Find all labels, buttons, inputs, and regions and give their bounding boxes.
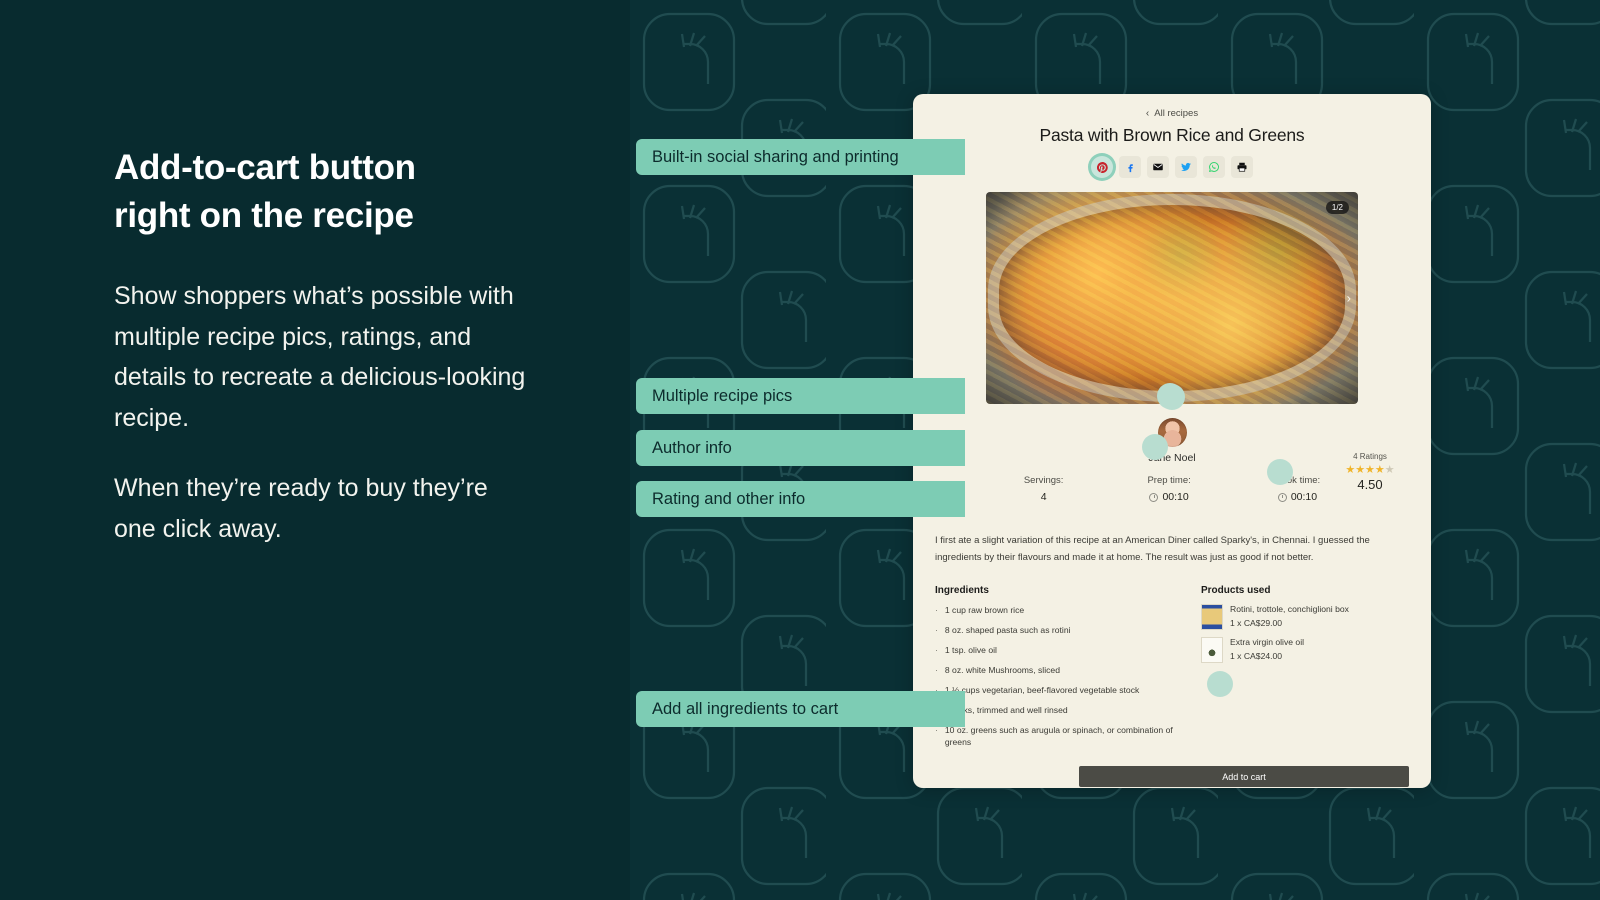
- noodles-texture: [986, 192, 1358, 404]
- body-paragraph-2: When they’re ready to buy they’re one cl…: [114, 474, 488, 543]
- headline-line-2: right on the recipe: [114, 196, 414, 236]
- product-price: 1 x CA$24.00: [1230, 650, 1283, 661]
- whatsapp-icon[interactable]: [1203, 156, 1225, 178]
- ingredient-item: · 1 tsp. olive oil: [935, 644, 1183, 657]
- node-rating-info: [1267, 459, 1293, 485]
- rating-value: 4.50: [1357, 477, 1383, 492]
- ingredients-title: Ingredients: [935, 585, 989, 597]
- clock-icon: [1277, 492, 1287, 502]
- callout-multiple-pics-label: Multiple recipe pics: [652, 386, 793, 405]
- recipe-description: I first ate a slight variation of this r…: [935, 535, 1370, 563]
- callout-author-info-label: Author info: [652, 438, 732, 457]
- ingredient-text: 1 cup raw brown rice: [944, 605, 1025, 616]
- page-title: Add-to-cart button right on the recipe: [114, 144, 584, 241]
- product-item[interactable]: Rotini, trottole, conchiglioni box 1 x CA…: [1201, 604, 1409, 631]
- print-icon[interactable]: [1231, 156, 1253, 178]
- ingredients-products-columns: Ingredients · 1 cup raw brown rice · 8 oz. …: [935, 585, 1409, 756]
- products-title: Products used: [1201, 585, 1271, 597]
- meta-servings-value: 4: [1040, 491, 1047, 503]
- node-author-info: [1142, 434, 1168, 460]
- products-column: Products used Rotini, trottole, conchigl…: [1201, 585, 1409, 756]
- callout-add-all-label: Add all ingredients to cart: [652, 699, 839, 718]
- recipe-title: Pasta with Brown Rice and Greens: [1039, 125, 1305, 145]
- meta-cook-time-value: 00:10: [1275, 491, 1320, 503]
- products-list: Rotini, trottole, conchiglioni box 1 x CA…: [1201, 604, 1409, 664]
- add-to-cart-button[interactable]: Add to cart: [1079, 766, 1409, 788]
- callout-social-sharing-label: Built-in social sharing and printing: [652, 147, 899, 166]
- ingredient-item: · 8 oz. shaped pasta such as rotini: [935, 624, 1183, 637]
- callout-rating-info-label: Rating and other info: [652, 489, 806, 508]
- bullet-icon: ·: [935, 605, 938, 616]
- clock-icon: [1149, 492, 1159, 502]
- ingredient-text: 8 oz. white Mushrooms, sliced: [944, 664, 1060, 675]
- callout-multiple-pics[interactable]: Multiple recipe pics: [636, 378, 965, 414]
- chevron-left-icon: ‹: [1145, 107, 1150, 119]
- twitter-icon[interactable]: [1175, 156, 1197, 178]
- callout-rating-info[interactable]: Rating and other info: [636, 481, 965, 517]
- meta-prep-time-value: 00:10: [1147, 491, 1190, 503]
- bullet-icon: ·: [935, 645, 938, 656]
- stars-filled: ★★★★: [1345, 464, 1385, 476]
- callout-author-info[interactable]: Author info: [636, 430, 965, 466]
- meta-prep-time-label: Prep time:: [1147, 475, 1191, 486]
- meta-prep-time: Prep time: 00:10: [1147, 475, 1190, 503]
- meta-prep-time-text: 00:10: [1162, 491, 1189, 503]
- pinterest-icon[interactable]: [1091, 156, 1113, 178]
- next-image-arrow[interactable]: ›: [1347, 291, 1351, 306]
- star-rating[interactable]: ★★★★★: [1331, 463, 1409, 476]
- ingredient-item: · 10 oz. greens such as arugula or spinac…: [935, 724, 1183, 750]
- meta-servings-label: Servings:: [1023, 475, 1064, 486]
- author-block: Jane Noel: [913, 418, 1431, 464]
- ingredients-column: Ingredients · 1 cup raw brown rice · 8 oz. …: [935, 585, 1183, 756]
- share-buttons-row: [913, 156, 1431, 178]
- node-add-all: [1207, 671, 1233, 697]
- callout-social-sharing[interactable]: Built-in social sharing and printing: [636, 139, 965, 175]
- product-name: Rotini, trottole, conchiglioni box: [1230, 604, 1349, 615]
- ingredient-text: 8 oz. shaped pasta such as rotini: [944, 625, 1071, 636]
- ingredient-text: 10 oz. greens such as arugula or spinach…: [944, 724, 1173, 748]
- body-paragraph-1: Show shoppers what’s possible with multi…: [114, 282, 526, 432]
- ingredient-item: · 1 ½ cups vegetarian, beef-flavored vege…: [935, 684, 1183, 697]
- node-multiple-pics: [1157, 383, 1183, 409]
- recipe-hero-image[interactable]: 1/2 ›: [986, 192, 1358, 404]
- product-price: 1 x CA$29.00: [1230, 617, 1283, 628]
- meta-servings: Servings: 4: [1024, 475, 1064, 503]
- body-copy: Show shoppers what’s possible with multi…: [114, 276, 534, 549]
- meta-cook-time-text: 00:10: [1290, 491, 1318, 503]
- pasta-box-thumbnail: [1201, 604, 1223, 631]
- callout-add-all[interactable]: Add all ingredients to cart: [636, 691, 965, 727]
- ingredients-list: · 1 cup raw brown rice · 8 oz. shaped pasta…: [935, 604, 1183, 749]
- stars-empty: ★: [1384, 464, 1395, 476]
- ingredient-item: · 1 cup raw brown rice: [935, 604, 1183, 617]
- all-recipes-link[interactable]: ‹ All recipes: [913, 108, 1431, 119]
- product-name: Extra virgin olive oil: [1230, 637, 1305, 648]
- email-icon[interactable]: [1147, 156, 1169, 178]
- ingredient-item: ·2 leeks, trimmed and well rinsed: [935, 704, 1183, 717]
- all-recipes-label: All recipes: [1154, 108, 1199, 119]
- bullet-icon: ·: [935, 664, 938, 675]
- image-counter-badge: 1/2: [1325, 201, 1349, 214]
- olive-oil-bottle-thumbnail: [1201, 637, 1223, 664]
- ingredient-text: 1 tsp. olive oil: [944, 645, 997, 656]
- facebook-icon[interactable]: [1119, 156, 1141, 178]
- left-copy-panel: Add-to-cart button right on the recipe S…: [0, 0, 630, 900]
- recipe-card: ‹ All recipes Pasta with Brown Rice and …: [913, 94, 1431, 788]
- product-item[interactable]: Extra virgin olive oil 1 x CA$24.00: [1201, 637, 1409, 664]
- headline-line-1: Add-to-cart button: [114, 148, 416, 187]
- ingredient-item: · 8 oz. white Mushrooms, sliced: [935, 664, 1183, 677]
- bullet-icon: ·: [935, 625, 938, 636]
- bullet-icon: ·: [935, 724, 938, 735]
- ingredient-text: 1 ½ cups vegetarian, beef-flavored veget…: [944, 684, 1140, 695]
